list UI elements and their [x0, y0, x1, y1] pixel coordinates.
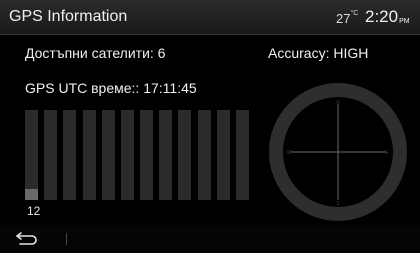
temperature-unit: °C	[350, 10, 359, 17]
signal-bar	[44, 110, 58, 200]
header-bar: GPS Information 27°C 2:20PM	[0, 0, 420, 35]
temperature-readout: 27°C	[336, 10, 359, 26]
gps-info-screen: GPS Information 27°C 2:20PM Достъпни сат…	[0, 0, 420, 253]
clock-time: 2:20	[365, 7, 399, 26]
signal-bar-fill	[25, 189, 38, 200]
compass-dial: N S W E	[269, 83, 407, 221]
back-arrow-icon[interactable]	[14, 227, 40, 249]
compass-n-label: N	[336, 100, 340, 106]
compass-e-label: E	[385, 150, 389, 156]
signal-bar	[178, 110, 192, 200]
signal-bar	[140, 110, 154, 200]
signal-bar	[82, 110, 96, 200]
page-title: GPS Information	[9, 8, 128, 25]
clock-ampm: PM	[399, 18, 410, 25]
signal-bar	[236, 110, 249, 200]
compass-s-label: S	[336, 201, 340, 207]
bar-index-label: 12	[27, 204, 41, 218]
bottom-divider	[66, 233, 67, 245]
signal-bar	[25, 110, 38, 200]
compass-w-label: W	[287, 150, 292, 156]
signal-bar	[120, 110, 134, 200]
signal-bar	[159, 110, 173, 200]
clock: 2:20PM	[365, 7, 410, 27]
signal-bar	[216, 110, 230, 200]
signal-bar	[101, 110, 115, 200]
satellite-signal-bars	[25, 110, 249, 200]
signal-bar	[197, 110, 211, 200]
gps-utc-time: GPS UTC време:: 17:11:45	[25, 80, 197, 96]
signal-bar	[63, 110, 77, 200]
satellites-available: Достъпни сателити: 6	[25, 45, 166, 61]
temperature-value: 27	[336, 11, 351, 26]
accuracy-status: Accuracy: HIGH	[268, 45, 369, 61]
bottom-bar	[0, 225, 420, 253]
